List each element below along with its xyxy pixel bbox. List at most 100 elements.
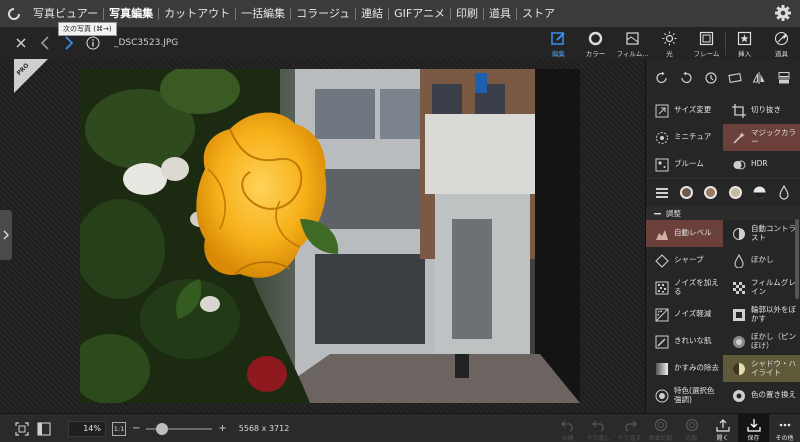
denoise-button[interactable]: ノイズ軽減	[646, 301, 723, 328]
tab-tools[interactable]: 道具	[763, 27, 800, 59]
flip-horizontal-icon[interactable]	[751, 70, 767, 86]
previous-photo-icon[interactable]	[36, 34, 54, 52]
beauty-skin-button[interactable]: きれいな肌	[646, 328, 723, 355]
undo-step-label: やり直し	[586, 435, 611, 442]
redo-button[interactable]: やり直す	[614, 414, 645, 442]
miniature-button[interactable]: ミニチュア	[646, 124, 723, 151]
add-noise-button[interactable]: ノイズを加え る	[646, 274, 723, 301]
dehaze-button[interactable]: かすみの除去	[646, 355, 723, 382]
close-icon[interactable]	[12, 34, 30, 52]
spot-color-label: 特色(選択色 強調)	[674, 385, 715, 404]
film-grain-button[interactable]: フィルムグレ イン	[723, 274, 800, 301]
miniature-icon	[654, 130, 669, 145]
color-replace-button[interactable]: 色の置き換え	[723, 382, 800, 409]
tab-color[interactable]: カラー	[577, 27, 614, 59]
tone-preset-light-icon[interactable]	[727, 185, 743, 201]
menu-item-collage[interactable]: コラージュ	[291, 0, 355, 27]
zoom-out-button[interactable]: −	[132, 423, 140, 434]
menu-item-gif[interactable]: GIFアニメ	[389, 0, 450, 27]
spot-color-button[interactable]: 特色(選択色 強調)	[646, 382, 723, 409]
tools-icon	[774, 30, 790, 46]
menu-item-combine[interactable]: 連結	[356, 0, 388, 27]
contrast-icon[interactable]	[751, 185, 767, 201]
tone-preset-dark-icon[interactable]	[678, 185, 694, 201]
actual-size-button[interactable]: 1:1	[112, 421, 126, 436]
zoom-slider-thumb[interactable]	[156, 422, 169, 435]
undo-label: 元便	[561, 435, 574, 442]
sharpen-button[interactable]: シャープ	[646, 247, 723, 274]
auto-rotate-icon[interactable]	[703, 70, 719, 86]
sun-icon	[662, 30, 678, 46]
resize-button[interactable]: サイズ変更	[646, 97, 723, 124]
bloom-button[interactable]: ブルーム	[646, 151, 723, 178]
image-dimensions: 5568 x 3712	[238, 424, 290, 433]
left-panel-toggle[interactable]	[0, 210, 12, 260]
bloom-label: ブルーム	[674, 159, 704, 169]
photo-canvas[interactable]	[80, 69, 580, 403]
crop-button[interactable]: 切り抜き	[723, 97, 800, 124]
info-icon[interactable]	[84, 34, 102, 52]
menu-item-store[interactable]: ストア	[517, 0, 560, 27]
color-replace-label: 色の置き換え	[751, 390, 796, 400]
next-photo-icon[interactable]	[60, 34, 78, 52]
menu-item-print[interactable]: 印刷	[451, 0, 483, 27]
shadow-highlight-button[interactable]: シャドウ・ハ イライト	[723, 355, 800, 382]
menu-item-cutout[interactable]: カットアウト	[159, 0, 235, 27]
auto-level-label: 自動レベル	[674, 228, 712, 238]
auto-contrast-button[interactable]: 自動コントラ スト	[723, 220, 800, 247]
frame-icon	[699, 30, 715, 46]
gear-icon[interactable]	[774, 4, 794, 24]
undo-step-button[interactable]: やり直し	[583, 414, 614, 442]
blur-button[interactable]: ぼかし	[723, 247, 800, 274]
split-view-icon[interactable]	[36, 421, 52, 437]
crop-label: 切り抜き	[751, 105, 781, 115]
shadow-highlight-label: シャドウ・ハ イライト	[751, 358, 796, 377]
tab-edit[interactable]: 編集	[540, 27, 577, 59]
open-button[interactable]: 開く	[707, 414, 738, 442]
edit-toolbar: _DSC3523.JPG 編集 カラー フィルム... 光 フレーム 挿入 道具	[0, 27, 800, 59]
edge-blur-button[interactable]: 輪郭以外をぼ かす	[723, 301, 800, 328]
menu-item-batch[interactable]: 一括編集	[236, 0, 290, 27]
rotate-right-icon[interactable]	[678, 70, 694, 86]
rotate-left-icon[interactable]	[654, 70, 670, 86]
tab-frame[interactable]: フレーム	[688, 27, 725, 59]
menu-item-tools[interactable]: 道具	[484, 0, 516, 27]
menu-bar: 写真ビュアー 写真編集 カットアウト 一括編集 コラージュ 連結 GIFアニメ …	[0, 0, 800, 27]
add-noise-label: ノイズを加え る	[674, 277, 719, 296]
tab-insert[interactable]: 挿入	[726, 27, 763, 59]
redo-label: やり直す	[617, 435, 642, 442]
panel-scrollbar[interactable]	[795, 219, 799, 299]
fit-to-screen-icon[interactable]	[14, 421, 30, 437]
defocus-button[interactable]: ぼかし（ピン ぼけ）	[723, 328, 800, 355]
auto-level-button[interactable]: 自動レベル	[646, 220, 723, 247]
adjustments-section-header[interactable]: 調整	[646, 206, 800, 220]
save-button[interactable]: 保存	[738, 414, 769, 442]
app-logo-icon[interactable]	[0, 0, 28, 27]
droplet-icon[interactable]	[776, 185, 792, 201]
crop-icon	[731, 103, 746, 118]
blur-icon	[731, 253, 746, 268]
magic-color-icon	[731, 130, 746, 145]
tone-preset-warm-icon[interactable]	[703, 185, 719, 201]
zoom-in-button[interactable]: +	[218, 423, 226, 434]
zoom-value[interactable]: 14%	[68, 420, 106, 437]
levels-icon[interactable]	[654, 185, 670, 201]
magic-color-button[interactable]: マジックカラー	[723, 124, 800, 151]
straighten-icon[interactable]	[727, 70, 743, 86]
miniature-label: ミニチュア	[674, 132, 712, 142]
compare-original-button[interactable]: 原本比較	[645, 414, 676, 442]
zoom-slider[interactable]	[146, 421, 213, 437]
adjustments-grid: 自動レベル 自動コントラ スト シャープ ぼかし ノイズを加え る フィルムグレ…	[646, 220, 800, 409]
edit-icon	[551, 30, 567, 46]
compare-button[interactable]: 比較	[676, 414, 707, 442]
hdr-button[interactable]: HDR	[723, 151, 800, 178]
more-icon	[777, 417, 792, 432]
compare-label: 比較	[685, 435, 698, 442]
insert-icon	[737, 30, 753, 46]
tab-light[interactable]: 光	[651, 27, 688, 59]
undo-button[interactable]: 元便	[552, 414, 583, 442]
flip-vertical-icon[interactable]	[776, 70, 792, 86]
more-button[interactable]: その他	[769, 414, 800, 442]
tab-film[interactable]: フィルム...	[614, 27, 651, 59]
bottom-actions: 元便 やり直し やり直す 原本比較 比較 開く 保存 その他	[552, 414, 800, 442]
